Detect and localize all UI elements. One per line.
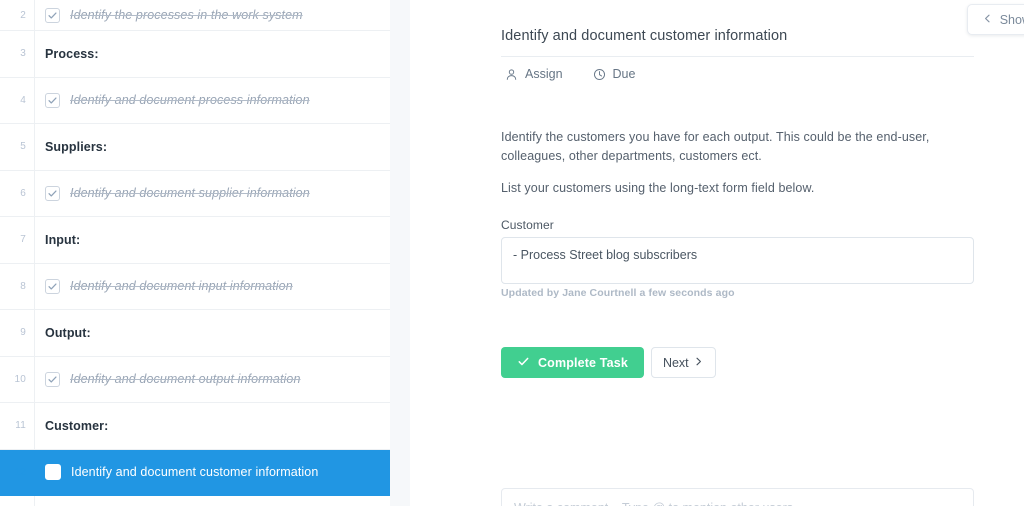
checklist-heading-label: Customer: <box>45 418 109 433</box>
checklist-task-label: Identify and document process informatio… <box>70 93 310 108</box>
checklist-row-body: Customer: <box>34 403 390 449</box>
complete-task-label: Complete Task <box>538 355 628 370</box>
checklist-card: 2 Identify the processes in the work syst… <box>0 0 390 506</box>
checkbox-checked-icon[interactable] <box>45 7 60 23</box>
task-meta-bar: Assign Due <box>501 64 639 84</box>
checklist-row-active[interactable]: 12 Identify and document customer informa… <box>0 449 390 496</box>
checklist-row-body: Output: <box>34 310 390 356</box>
checklist-row-number: 3 <box>20 48 26 60</box>
process-street-workflow-run: 2 Identify the processes in the work syst… <box>0 0 1024 506</box>
assign-label: Assign <box>525 67 563 81</box>
checklist-row-number: 2 <box>20 9 26 21</box>
checklist-row-body <box>34 496 390 506</box>
checklist-heading-label: Suppliers: <box>45 139 108 154</box>
checklist-row[interactable]: 4 Identify and document process informati… <box>0 77 390 124</box>
checkbox-checked-icon[interactable] <box>45 371 60 387</box>
checklist-row[interactable]: 3 Process: <box>0 31 390 78</box>
customer-field-label: Customer <box>501 218 554 232</box>
checklist-heading-label: Output: <box>45 325 91 340</box>
checklist-task-label: Identify the processes in the work syste… <box>70 8 303 22</box>
checklist-task-label: Identify and document customer informati… <box>71 465 319 480</box>
task-title: Identify and document customer informati… <box>501 28 788 44</box>
checklist-row[interactable]: 5 Suppliers: <box>0 124 390 171</box>
checklist-heading-label: Process: <box>45 46 99 61</box>
checklist-row-body: Input: <box>34 217 390 263</box>
checklist-row-number: 6 <box>20 187 26 199</box>
field-updated-note: Updated by Jane Courtnell a few seconds … <box>501 287 735 299</box>
check-icon <box>517 355 530 371</box>
checklist-row-number: 10 <box>14 373 26 385</box>
checklist-row-number: 9 <box>20 327 26 339</box>
checklist-row-body: Process: <box>34 31 390 77</box>
checklist-task-list: 2 Identify the processes in the work syst… <box>0 0 390 506</box>
due-button[interactable]: Due <box>589 64 640 84</box>
next-label: Next <box>662 355 689 370</box>
checklist-row[interactable]: 8 Identify and document input information <box>0 263 390 310</box>
chevron-left-icon <box>982 13 993 27</box>
checklist-row-body: Identify and document supplier informati… <box>34 170 390 216</box>
checklist-row-number: 4 <box>20 94 26 106</box>
checklist-row[interactable]: 6 Identify and document supplier informat… <box>0 170 390 217</box>
checklist-task-label: Idenfity and document output information <box>70 372 301 387</box>
checklist-row-number: 11 <box>15 420 26 432</box>
complete-task-button[interactable]: Complete Task <box>501 347 644 378</box>
checklist-row-body: Identify and document input information <box>34 263 390 309</box>
checklist-task-label: Identify and document input information <box>70 279 293 294</box>
checklist-panel: 2 Identify the processes in the work syst… <box>0 0 410 506</box>
checklist-row-number: 8 <box>20 280 26 292</box>
show-panel-label: Show <box>999 12 1024 27</box>
title-divider <box>501 56 974 57</box>
checklist-row[interactable]: 10 Idenfity and document output informati… <box>0 356 390 403</box>
customer-textarea[interactable] <box>501 237 974 284</box>
assign-button[interactable]: Assign <box>501 64 567 84</box>
next-task-button[interactable]: Next <box>650 347 716 378</box>
checklist-row[interactable]: 2 Identify the processes in the work syst… <box>0 0 390 31</box>
checklist-row[interactable]: 11 Customer: <box>0 403 390 450</box>
task-action-bar: Complete Task Next <box>501 347 716 378</box>
checkbox-checked-icon[interactable] <box>45 185 60 201</box>
checklist-row[interactable]: 9 Output: <box>0 310 390 357</box>
checkbox-checked-icon[interactable] <box>45 92 60 108</box>
checkbox-checked-icon[interactable] <box>45 278 60 294</box>
checklist-row-number: 7 <box>20 234 26 246</box>
due-label: Due <box>612 67 636 81</box>
task-description-paragraph-2: List your customers using the long-text … <box>501 181 815 195</box>
chevron-right-icon <box>693 356 704 370</box>
checklist-row-body: Idenfity and document output information <box>34 356 390 402</box>
clock-icon <box>593 68 606 81</box>
comment-input[interactable] <box>501 488 974 506</box>
person-icon <box>505 68 518 81</box>
show-panel-button[interactable]: Show <box>966 4 1024 35</box>
task-description-paragraph-1: Identify the customers you have for each… <box>501 130 930 163</box>
checklist-row-body: Identify the processes in the work syste… <box>34 0 390 30</box>
checklist-row[interactable]: 7 Input: <box>0 217 390 264</box>
checklist-row-body: Identify and document process informatio… <box>34 77 390 123</box>
checklist-task-label: Identify and document supplier informati… <box>70 186 310 201</box>
task-detail-panel: Identify and document customer informati… <box>410 0 1024 506</box>
checklist-row-body: Suppliers: <box>34 124 390 170</box>
checklist-heading-label: Input: <box>45 232 81 247</box>
checklist-row-number: 12 <box>14 466 26 478</box>
checkbox-unchecked-icon[interactable] <box>45 464 61 481</box>
checklist-row[interactable] <box>0 496 390 506</box>
checklist-row-body: Identify and document customer informati… <box>34 449 390 495</box>
checklist-row-number: 5 <box>20 141 26 153</box>
